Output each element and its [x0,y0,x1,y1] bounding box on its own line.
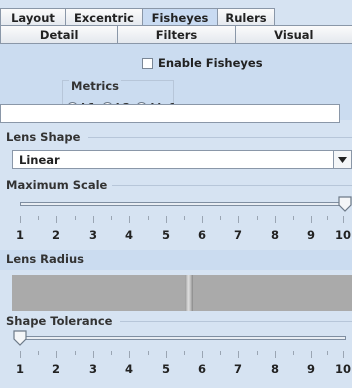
checkbox-box[interactable] [142,57,153,69]
max-scale-tick-mark [202,216,203,223]
max-tick-1: 1 [15,228,25,242]
enable-fisheyes-checkbox[interactable]: Enable Fisheyes [142,56,263,70]
max-tick-3: 3 [88,228,98,242]
shape-tolerance-thumb[interactable] [13,330,27,349]
max-tick-10: 10 [334,228,352,242]
max-scale-tick-mark [20,216,21,223]
enable-fisheyes-label: Enable Fisheyes [158,56,263,70]
max-scale-minor-tick-mark [38,216,39,220]
maximum-scale-thumb[interactable] [338,196,352,215]
tol-tick-7: 7 [233,362,243,376]
shape-tolerance-tick-mark [202,351,203,358]
max-scale-tick-mark [129,216,130,223]
lens-shape-label: Lens Shape [6,130,81,144]
max-scale-tick-mark [56,216,57,223]
tab-detail[interactable]: Detail [0,25,119,43]
shape-tolerance-tick-mark [56,351,57,358]
tol-tick-6: 6 [197,362,207,376]
shape-tolerance-ticks [0,351,352,359]
max-tick-9: 9 [306,228,316,242]
tab-row-primary: Layout Excentric Fisheyes Rulers [0,8,275,26]
shape-tolerance-tick-mark [20,351,21,358]
max-scale-minor-tick-mark [257,216,258,220]
shape-tolerance-minor-tick-mark [257,351,258,355]
shape-tolerance-tick-mark [343,351,344,358]
max-scale-minor-tick-mark [111,216,112,220]
shape-tolerance-tick-labels: 1 2 3 4 5 6 7 8 9 10 [0,362,352,376]
tab-filters[interactable]: Filters [117,25,236,43]
lens-radius-bar[interactable] [12,275,352,311]
max-tick-6: 6 [197,228,207,242]
max-scale-tick-mark [166,216,167,223]
shape-tolerance-divider [120,321,352,322]
lens-radius-label: Lens Radius [6,252,84,266]
max-tick-2: 2 [51,228,61,242]
maximum-scale-tick-labels: 1 2 3 4 5 6 7 8 9 10 [0,228,352,242]
shape-tolerance-minor-tick-mark [327,351,328,355]
max-scale-minor-tick-mark [327,216,328,220]
shape-tolerance-minor-tick-mark [293,351,294,355]
chevron-down-icon[interactable] [333,151,351,168]
max-scale-minor-tick-mark [293,216,294,220]
shape-tolerance-minor-tick-mark [184,351,185,355]
tol-tick-3: 3 [88,362,98,376]
max-tick-7: 7 [233,228,243,242]
maximum-scale-label: Maximum Scale [6,178,108,192]
tab-rulers[interactable]: Rulers [217,8,275,26]
tab-row-secondary: Detail Filters Visual [0,25,352,43]
tab-fisheyes[interactable]: Fisheyes [142,8,218,26]
max-scale-tick-mark [311,216,312,223]
max-scale-minor-tick-mark [220,216,221,220]
max-scale-minor-tick-mark [184,216,185,220]
max-tick-5: 5 [161,228,171,242]
max-scale-tick-mark [343,216,344,223]
lens-shape-value: Linear [19,152,60,167]
maximum-scale-ticks [0,216,352,224]
tol-tick-9: 9 [306,362,316,376]
shape-tolerance-minor-tick-mark [111,351,112,355]
tab-layout[interactable]: Layout [0,8,66,26]
tol-tick-8: 8 [270,362,280,376]
shape-tolerance-minor-tick-mark [220,351,221,355]
tol-tick-4: 4 [124,362,134,376]
shape-tolerance-tick-mark [275,351,276,358]
max-scale-tick-mark [93,216,94,223]
maximum-scale-track[interactable] [20,202,346,206]
shape-tolerance-minor-tick-mark [148,351,149,355]
tab-visual[interactable]: Visual [234,25,352,43]
tol-tick-10: 10 [334,362,352,376]
maximum-scale-divider [112,185,352,186]
shape-tolerance-tick-mark [129,351,130,358]
max-scale-minor-tick-mark [75,216,76,220]
max-scale-tick-mark [275,216,276,223]
shape-tolerance-minor-tick-mark [38,351,39,355]
shape-tolerance-minor-tick-mark [75,351,76,355]
tol-tick-2: 2 [51,362,61,376]
tol-tick-1: 1 [15,362,25,376]
metrics-title: Metrics [69,79,122,93]
shape-tolerance-tick-mark [93,351,94,358]
max-scale-minor-tick-mark [148,216,149,220]
shape-tolerance-tick-mark [238,351,239,358]
max-tick-8: 8 [270,228,280,242]
shape-tolerance-tick-mark [166,351,167,358]
max-tick-4: 4 [124,228,134,242]
lens-shape-divider [88,137,352,138]
shape-tolerance-label: Shape Tolerance [6,314,113,328]
lens-shape-select[interactable]: Linear [12,150,352,169]
tol-tick-5: 5 [161,362,171,376]
shape-tolerance-track[interactable] [20,336,346,340]
tab-excentric[interactable]: Excentric [65,8,143,26]
lens-radius-handle[interactable] [185,275,193,311]
max-scale-tick-mark [238,216,239,223]
shape-tolerance-tick-mark [311,351,312,358]
